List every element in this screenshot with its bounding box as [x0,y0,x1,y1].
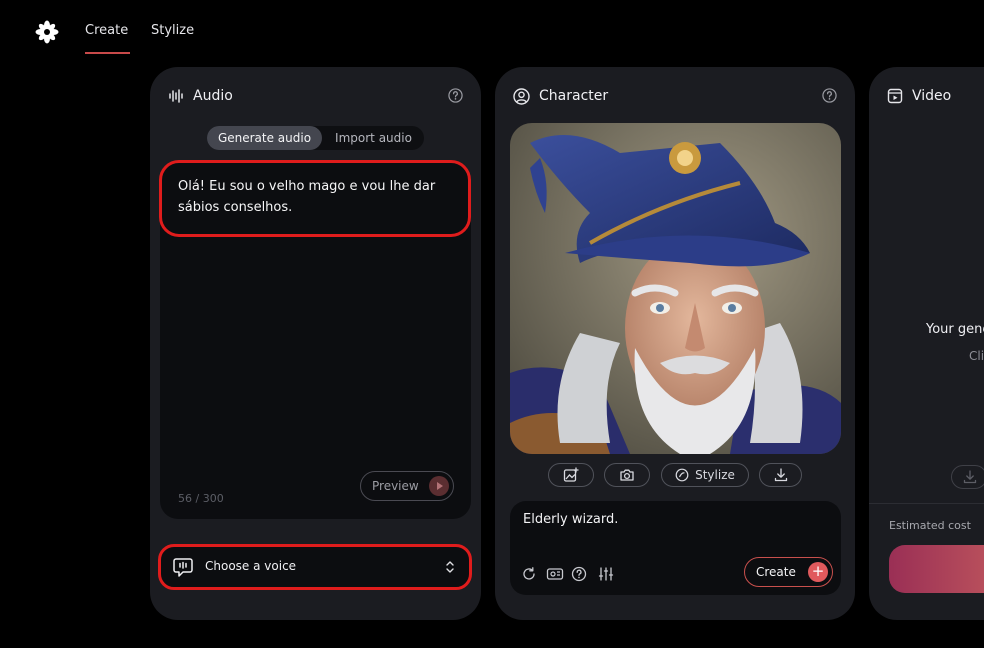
tab-generate-audio[interactable]: Generate audio [207,126,322,150]
video-card: Video Your gene Cli Estimated cost [869,67,984,620]
palette-icon [675,468,689,482]
character-help-icon[interactable] [822,88,837,103]
character-title: Character [539,88,609,104]
character-header: Character [513,87,608,105]
audio-source-toggle: Generate audio Import audio [207,126,424,150]
character-card: Character Stylize Elderly wizard. Create… [495,67,855,620]
app-logo-icon[interactable] [35,20,59,44]
character-counter: 56 / 300 [178,492,224,505]
preview-button[interactable]: Preview [360,471,454,501]
script-highlight [159,160,471,237]
stylize-button[interactable]: Stylize [661,463,749,487]
character-portrait-image[interactable] [510,123,841,454]
image-add-icon [563,467,579,482]
download-video-button[interactable] [951,465,984,489]
face-scan-icon[interactable] [546,566,564,582]
voice-highlight [158,544,472,590]
settings-sliders-icon[interactable] [598,566,614,582]
audio-card: Audio Generate audio Import audio Olá! E… [150,67,481,620]
estimated-cost-label: Estimated cost [889,519,971,532]
video-divider [869,503,984,504]
video-title: Video [912,88,952,104]
download-image-button[interactable] [759,463,802,487]
audio-wave-icon [169,89,183,103]
add-image-button[interactable] [548,463,594,487]
tab-import-audio[interactable]: Import audio [325,126,422,150]
preview-label: Preview [372,479,419,493]
download-icon [963,470,977,484]
character-description-panel[interactable]: Elderly wizard. Create + [510,501,841,595]
tab-stylize[interactable]: Stylize [151,23,194,38]
video-icon [887,88,903,104]
video-empty-message: Your gene [926,322,984,337]
plus-icon: + [808,562,828,582]
audio-title: Audio [193,88,233,104]
camera-button[interactable] [604,463,650,487]
user-circle-icon [513,87,530,105]
character-description-text[interactable]: Elderly wizard. [523,512,618,527]
tab-create[interactable]: Create [85,23,131,54]
audio-help-icon[interactable] [448,88,463,103]
create-character-button[interactable]: Create + [744,557,833,587]
refresh-icon[interactable] [521,566,537,582]
question-icon[interactable] [571,566,587,582]
generate-video-button[interactable] [889,545,984,593]
audio-header: Audio [168,87,233,105]
video-header: Video [887,87,951,105]
camera-icon [620,469,634,481]
top-nav: Create Stylize [0,0,984,60]
play-icon [429,476,449,496]
video-empty-hint: Cli [969,349,984,363]
download-icon [774,468,787,482]
create-label: Create [756,565,796,579]
stylize-label: Stylize [695,468,735,482]
